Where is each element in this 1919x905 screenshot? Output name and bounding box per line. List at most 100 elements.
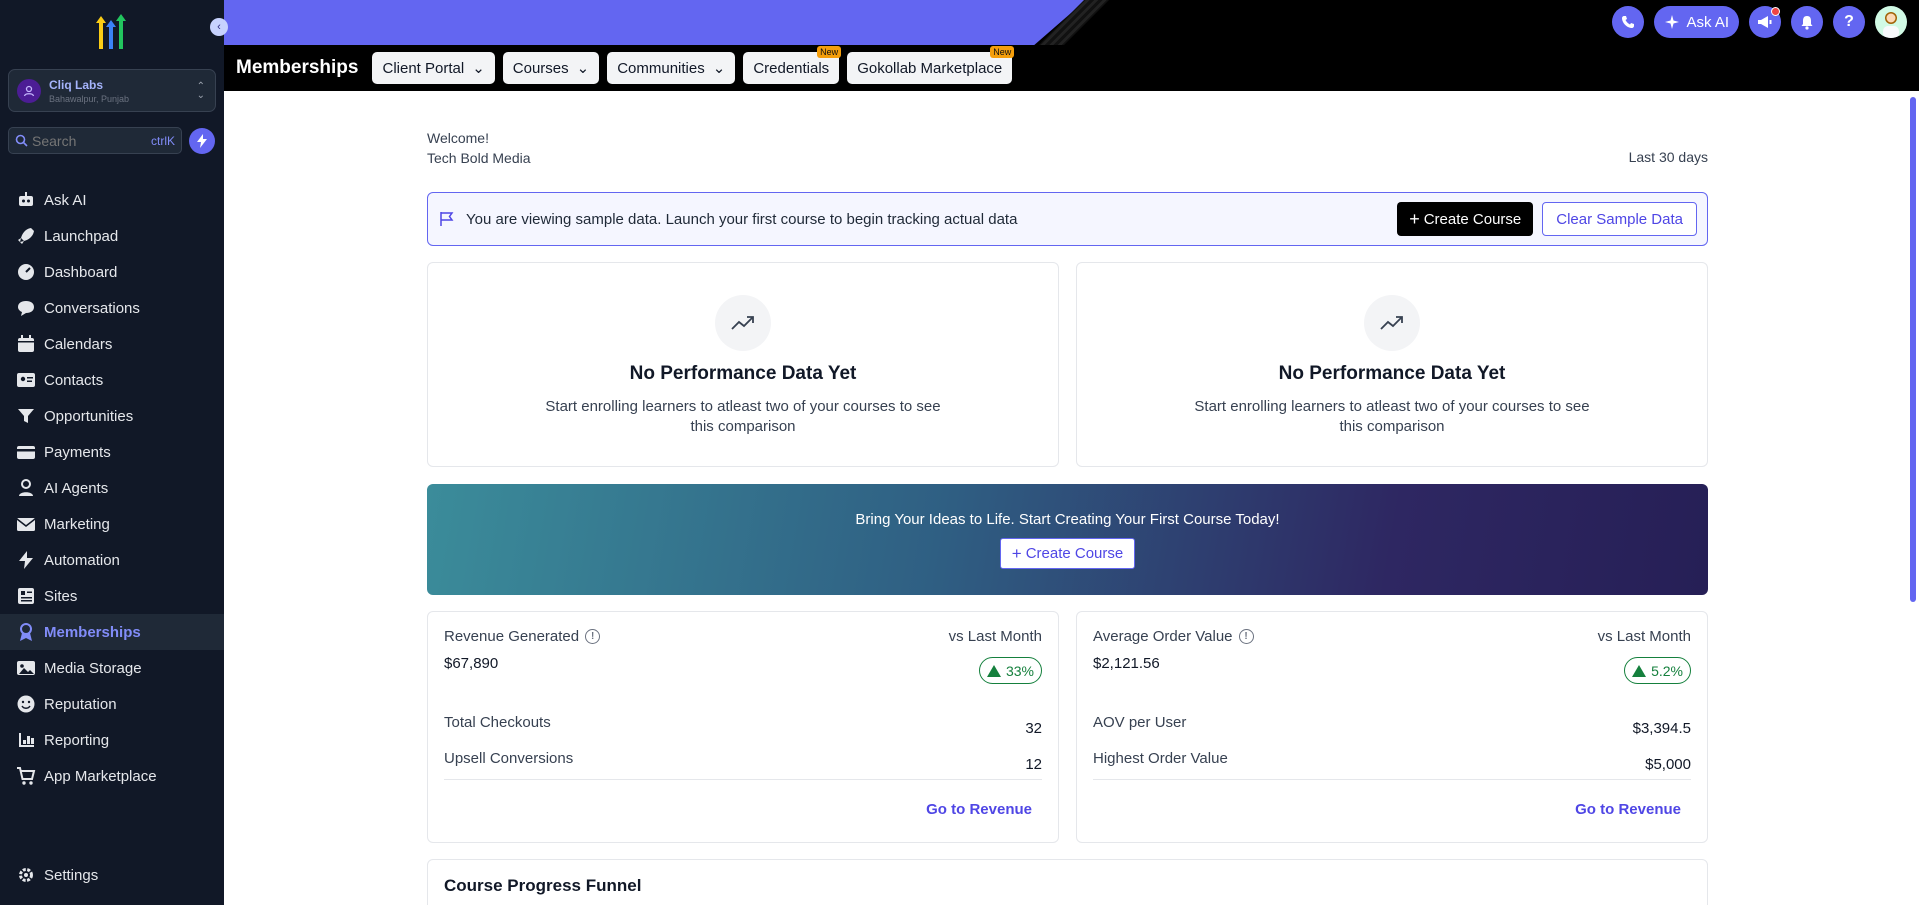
sidebar-item-app-marketplace[interactable]: App Marketplace xyxy=(0,758,224,794)
chevron-down-icon: ⌄ xyxy=(576,60,590,77)
app-logo[interactable] xyxy=(90,13,132,51)
phone-button[interactable] xyxy=(1612,6,1645,38)
revenue-card: Revenue Generated! vs Last Month $67,890… xyxy=(427,611,1059,843)
stat-row-label: Total Checkouts xyxy=(444,714,551,731)
sidebar-item-marketing[interactable]: Marketing xyxy=(0,506,224,542)
sample-data-notice: You are viewing sample data. Launch your… xyxy=(427,192,1708,246)
robot-icon xyxy=(16,190,36,210)
memberships-subnav: Memberships Client Portal ⌄ Courses ⌄ Co… xyxy=(224,45,1919,91)
sidebar-item-contacts[interactable]: Contacts xyxy=(0,362,224,398)
ask-ai-button[interactable]: Ask AI xyxy=(1654,6,1739,38)
search-shortcut: ctrlK xyxy=(151,133,175,148)
sidebar-item-opportunities[interactable]: Opportunities xyxy=(0,398,224,434)
notification-dot xyxy=(1771,7,1780,16)
sidebar-item-label: Marketing xyxy=(44,515,110,533)
info-icon[interactable]: ! xyxy=(585,629,601,644)
sidebar-item-label: Ask AI xyxy=(44,191,87,209)
credit-card-icon xyxy=(16,442,36,462)
lightning-icon xyxy=(197,134,207,148)
banner-create-course-button[interactable]: + Create Course xyxy=(999,538,1136,569)
account-avatar-icon xyxy=(17,78,41,103)
course-progress-funnel-card: Course Progress Funnel xyxy=(427,859,1708,905)
create-course-banner: Bring Your Ideas to Life. Start Creating… xyxy=(427,484,1708,595)
sidebar-item-launchpad[interactable]: Launchpad xyxy=(0,218,224,254)
sidebar-item-memberships[interactable]: Memberships xyxy=(0,614,224,650)
sidebar-item-label: Dashboard xyxy=(44,263,118,281)
sidebar-item-reputation[interactable]: Reputation xyxy=(0,686,224,722)
tab-communities[interactable]: Communities ⌄ xyxy=(607,52,736,84)
funnel-icon xyxy=(16,406,36,426)
go-to-revenue-link[interactable]: Go to Revenue xyxy=(926,801,1032,818)
sidebar-item-label: Memberships xyxy=(44,623,141,641)
sidebar-item-ai-agents[interactable]: AI Agents xyxy=(0,470,224,506)
stat-row-value: $5,000 xyxy=(1645,756,1691,773)
search-box[interactable]: ctrlK xyxy=(8,127,182,154)
new-badge: New xyxy=(817,46,842,58)
org-name: Tech Bold Media xyxy=(427,150,531,166)
go-to-revenue-link[interactable]: Go to Revenue xyxy=(1575,801,1681,818)
help-button[interactable]: ? xyxy=(1833,6,1865,38)
info-icon[interactable]: ! xyxy=(1238,629,1254,644)
sidebar-item-dashboard[interactable]: Dashboard xyxy=(0,254,224,290)
sidebar: ‹ Cliq Labs Bahawalpur, Punjab ⌃⌄ ctrlK … xyxy=(0,0,228,905)
sidebar-item-settings[interactable]: Settings xyxy=(0,857,224,893)
average-order-value-card: Average Order Value! vs Last Month $2,12… xyxy=(1076,611,1708,843)
dashboard-content: Welcome! Tech Bold Media Last 30 days Yo… xyxy=(427,128,1708,905)
tab-client-portal[interactable]: Client Portal ⌄ xyxy=(372,52,495,84)
stat-value: $67,890 xyxy=(444,655,499,672)
tab-label: Client Portal xyxy=(382,59,465,77)
sidebar-item-label: Conversations xyxy=(44,299,140,317)
sidebar-item-automation[interactable]: Automation xyxy=(0,542,224,578)
quick-actions-button[interactable] xyxy=(189,128,215,154)
bar-chart-icon xyxy=(16,730,36,750)
search-icon xyxy=(15,134,28,147)
tab-label: Credentials xyxy=(753,59,830,77)
funnel-title: Course Progress Funnel xyxy=(444,876,642,895)
sidebar-nav: Ask AI Launchpad Dashboard Conversations Cal… xyxy=(0,182,224,794)
date-range-selector[interactable]: Last 30 days xyxy=(1629,149,1708,165)
tab-label: Gokollab Marketplace xyxy=(857,59,1003,77)
notifications-button[interactable] xyxy=(1791,6,1823,38)
stat-row-label: AOV per User xyxy=(1093,714,1187,731)
sidebar-item-payments[interactable]: Payments xyxy=(0,434,224,470)
search-input[interactable] xyxy=(32,132,132,149)
topbar: Ask AI ? xyxy=(224,0,1919,45)
trending-up-icon xyxy=(1364,295,1420,351)
sidebar-item-media-storage[interactable]: Media Storage xyxy=(0,650,224,686)
account-location: Bahawalpur, Punjab xyxy=(49,93,130,104)
stat-row-value: $3,394.5 xyxy=(1632,720,1691,737)
stat-title: Average Order Value xyxy=(1093,628,1233,645)
clear-sample-data-button[interactable]: Clear Sample Data xyxy=(1542,202,1697,236)
main-scrollbar[interactable] xyxy=(1910,97,1916,602)
announcements-button[interactable] xyxy=(1749,6,1781,38)
sidebar-item-conversations[interactable]: Conversations xyxy=(0,290,224,326)
sidebar-item-sites[interactable]: Sites xyxy=(0,578,224,614)
sparkle-icon xyxy=(1665,15,1680,29)
triangle-up-icon xyxy=(986,664,1001,677)
ask-ai-label: Ask AI xyxy=(1686,13,1729,31)
collapse-sidebar-button[interactable]: ‹ xyxy=(210,18,228,36)
sidebar-item-label: Sites xyxy=(44,587,78,605)
sidebar-item-reporting[interactable]: Reporting xyxy=(0,722,224,758)
page-title: Memberships xyxy=(236,57,359,78)
megaphone-icon xyxy=(1758,16,1772,28)
tab-gokollab-marketplace[interactable]: Gokollab Marketplace New xyxy=(847,46,1015,84)
sidebar-item-label: Media Storage xyxy=(44,659,142,677)
contact-card-icon xyxy=(16,370,36,390)
cart-icon xyxy=(16,766,36,786)
sidebar-item-calendars[interactable]: Calendars xyxy=(0,326,224,362)
sidebar-item-label: Reputation xyxy=(44,695,117,713)
user-avatar[interactable] xyxy=(1875,6,1907,38)
sidebar-item-ask-ai[interactable]: Ask AI xyxy=(0,182,224,218)
tab-label: Courses xyxy=(512,59,569,77)
stat-title: Revenue Generated xyxy=(444,628,580,645)
create-course-button[interactable]: + Create Course xyxy=(1397,202,1534,236)
tab-courses[interactable]: Courses ⌄ xyxy=(502,52,600,84)
phone-icon xyxy=(1622,16,1635,28)
change-value: 33% xyxy=(1005,662,1034,679)
agent-icon xyxy=(16,478,36,498)
account-switcher[interactable]: Cliq Labs Bahawalpur, Punjab ⌃ ⌄ xyxy=(8,69,216,112)
tab-credentials[interactable]: Credentials New xyxy=(743,46,842,84)
change-badge: 5.2% xyxy=(1624,657,1691,684)
calendar-icon xyxy=(16,334,36,354)
